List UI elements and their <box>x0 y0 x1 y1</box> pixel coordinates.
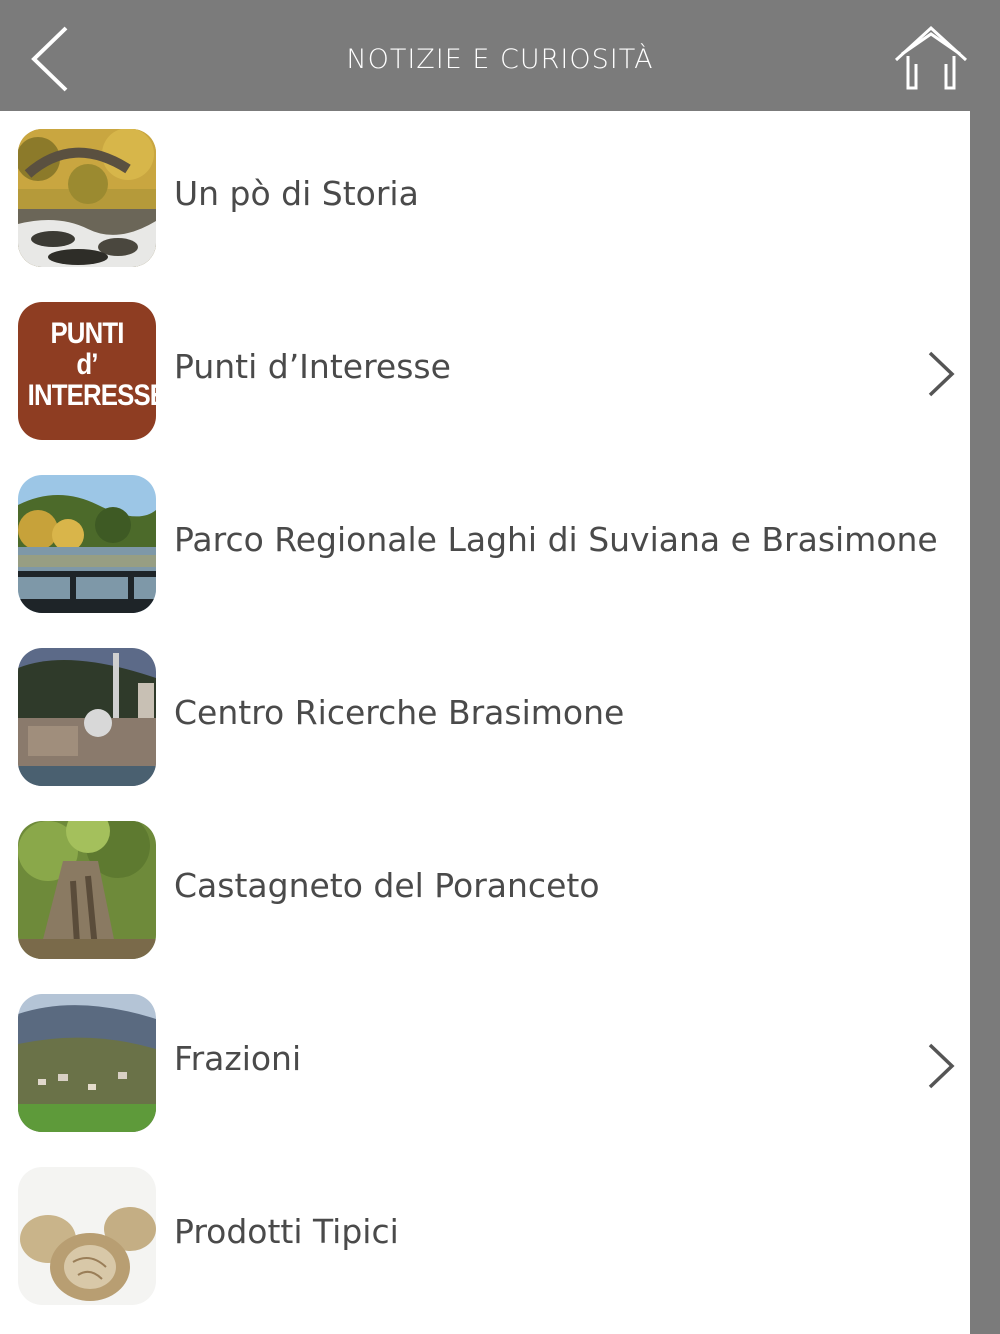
truffle-photo-thumbnail <box>18 1167 156 1305</box>
list-item-label: Castagneto del Poranceto <box>174 866 600 905</box>
list-item-parco[interactable]: Parco Regionale Laghi di Suviana e Brasi… <box>0 457 970 630</box>
badge-text-line: PUNTI <box>50 317 124 350</box>
list-item-label: Parco Regionale Laghi di Suviana e Brasi… <box>174 520 938 559</box>
chestnut-tree-photo-thumbnail <box>18 821 156 959</box>
list-item-label: Prodotti Tipici <box>174 1212 399 1251</box>
home-icon <box>894 25 968 90</box>
list-item-storia[interactable]: Un pò di Storia <box>0 111 970 284</box>
list-item-label: Un pò di Storia <box>174 174 419 213</box>
list-item-frazioni[interactable]: Frazioni <box>0 976 970 1149</box>
list-item-label: Centro Ricerche Brasimone <box>174 693 625 732</box>
list-item-label: Frazioni <box>174 1039 302 1078</box>
bridge-photo-thumbnail <box>18 129 156 267</box>
home-button[interactable] <box>892 24 970 92</box>
list-item-punti-interesse[interactable]: PUNTI d’ INTERESSE Punti d’Interesse <box>0 284 970 457</box>
list-item-castagneto[interactable]: Castagneto del Poranceto <box>0 803 970 976</box>
village-photo-thumbnail <box>18 994 156 1132</box>
list-item-label: Punti d’Interesse <box>174 347 451 386</box>
badge-text-line: INTERESSE <box>27 379 156 412</box>
lake-photo-thumbnail <box>18 475 156 613</box>
page-title: NOTIZIE E CURIOSITÀ <box>346 44 654 75</box>
news-list: Un pò di Storia PUNTI d’ INTERESSE Punti… <box>0 111 970 1334</box>
list-item-centro-ricerche[interactable]: Centro Ricerche Brasimone <box>0 630 970 803</box>
badge-text-line: d’ <box>76 348 98 381</box>
top-bar: NOTIZIE E CURIOSITÀ <box>0 0 1000 111</box>
chevron-right-icon <box>928 351 955 397</box>
list-item-prodotti-tipici[interactable]: Prodotti Tipici <box>0 1149 970 1322</box>
research-center-photo-thumbnail <box>18 648 156 786</box>
chevron-right-icon <box>928 1043 955 1089</box>
punti-interesse-badge: PUNTI d’ INTERESSE <box>18 302 156 440</box>
